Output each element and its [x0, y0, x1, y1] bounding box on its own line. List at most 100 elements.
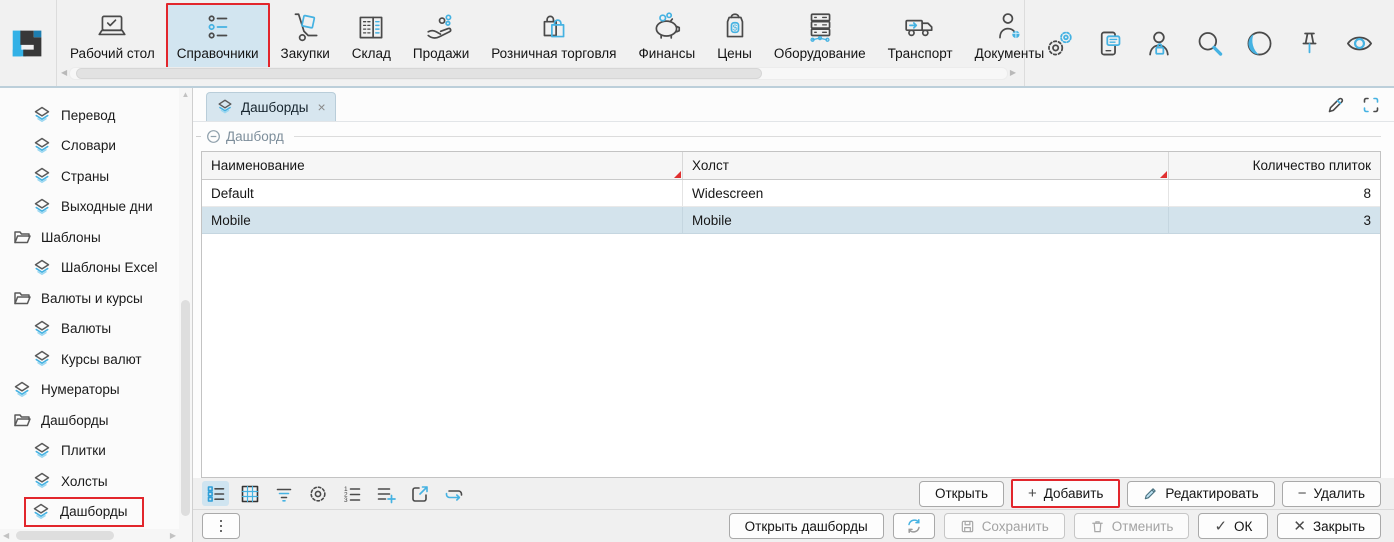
pin-icon[interactable]	[1290, 23, 1329, 63]
column-header-name[interactable]: Наименование	[202, 152, 683, 179]
table-toolbar: 1 2 3	[193, 478, 1394, 509]
open-dashboards-button[interactable]: Открыть дашборды	[729, 513, 884, 539]
topbar-item-warehouse[interactable]: Склад	[341, 3, 402, 69]
sort-indicator	[674, 171, 681, 178]
column-header-tile-count[interactable]: Количество плиток	[1169, 152, 1380, 179]
top-toolbar: Рабочий стол Справочники	[0, 0, 1394, 88]
refresh-button[interactable]	[893, 513, 935, 539]
device-message-icon[interactable]	[1090, 23, 1129, 63]
gear-icon[interactable]	[304, 481, 331, 506]
collapse-group-icon[interactable]	[206, 129, 221, 144]
fullscreen-icon[interactable]	[1361, 95, 1381, 115]
delete-button[interactable]: − Удалить	[1282, 481, 1381, 507]
scroll-up-arrow[interactable]: ▲	[179, 90, 192, 99]
layers-icon	[32, 105, 52, 125]
layers-icon	[32, 349, 52, 369]
check-icon: ✓	[1214, 519, 1227, 534]
layers-icon	[32, 319, 52, 339]
more-actions-button[interactable]	[202, 513, 240, 539]
svg-text:3: 3	[344, 497, 348, 504]
add-button[interactable]: + Добавить	[1011, 479, 1120, 508]
sidebar-item-dashboards-group[interactable]: Дашборды	[0, 405, 179, 436]
layers-icon	[216, 98, 234, 116]
scroll-right-arrow[interactable]: ▶	[1010, 69, 1016, 77]
shopping-bags-icon	[537, 8, 571, 45]
scrollbar-thumb[interactable]	[181, 300, 190, 516]
filter-icon[interactable]	[270, 481, 297, 506]
sidebar-item-currencies[interactable]: Валюты	[0, 314, 179, 345]
table-row-selected[interactable]: Mobile Mobile 3	[202, 207, 1380, 234]
sidebar-item-currencies-group[interactable]: Валюты и курсы	[0, 283, 179, 314]
topbar-item-directories[interactable]: Справочники	[166, 3, 270, 69]
open-button[interactable]: Открыть	[919, 481, 1004, 507]
status-bar: Открыть дашборды	[193, 509, 1394, 542]
sidebar-item-countries[interactable]: Страны	[0, 161, 179, 192]
topbar-item-documents[interactable]: Документы	[964, 3, 1056, 69]
scroll-right-arrow[interactable]: ▶	[170, 531, 176, 540]
handtruck-icon	[288, 8, 322, 45]
sidebar-horizontal-scrollbar[interactable]: ◀ ▶	[0, 529, 179, 542]
clock-icon[interactable]	[1240, 23, 1279, 63]
ok-button[interactable]: ✓ ОК	[1198, 513, 1268, 539]
topbar-item-purchases[interactable]: Закупки	[270, 3, 341, 69]
sort-indicator	[1160, 171, 1167, 178]
group-label: Дашборд	[226, 129, 284, 144]
plus-icon: +	[1028, 486, 1037, 501]
list-view-icon[interactable]	[202, 481, 229, 506]
sidebar-item-translation[interactable]: Перевод	[0, 100, 179, 131]
sidebar-tree: Перевод Словари Страны Выходные дни Шабл…	[0, 88, 193, 542]
topbar-item-finance[interactable]: Финансы	[628, 3, 707, 69]
topbar-horizontal-scrollbar[interactable]: ◀ ▶	[61, 67, 1016, 79]
table-row[interactable]: Default Widescreen 8	[202, 180, 1380, 207]
refresh-icon	[906, 518, 922, 534]
sidebar-item-numerators[interactable]: Нумераторы	[0, 375, 179, 406]
save-button: Сохранить	[944, 513, 1065, 539]
dashboards-table: Наименование Холст Количество плиток Def…	[201, 151, 1381, 478]
close-button[interactable]: ✕ Закрыть	[1277, 513, 1381, 539]
external-link-icon[interactable]	[406, 481, 433, 506]
person-globe-icon	[992, 8, 1026, 45]
group-header-dashboard: Дашборд	[193, 122, 1394, 151]
trash-icon	[1090, 519, 1105, 534]
topbar-item-retail[interactable]: Розничная торговля	[480, 3, 627, 69]
app-logo[interactable]	[0, 0, 57, 86]
tab-dashboards[interactable]: Дашборды ×	[206, 92, 336, 121]
desktop-icon	[95, 8, 129, 45]
user-lock-icon[interactable]	[1140, 23, 1179, 63]
sidebar-item-exchange-rates[interactable]: Курсы валют	[0, 344, 179, 375]
topbar-item-transport[interactable]: Транспорт	[877, 3, 964, 69]
truck-icon	[903, 8, 937, 45]
scroll-left-arrow[interactable]: ◀	[61, 69, 67, 77]
sidebar-item-dictionaries[interactable]: Словари	[0, 131, 179, 162]
sidebar-item-canvases[interactable]: Холсты	[0, 466, 179, 497]
scroll-left-arrow[interactable]: ◀	[3, 531, 9, 540]
topbar-item-sales[interactable]: Продажи	[402, 3, 480, 69]
server-stack-icon	[803, 8, 837, 45]
sidebar-item-dashboards[interactable]: Дашборды	[0, 497, 179, 528]
sidebar-item-tiles[interactable]: Плитки	[0, 436, 179, 467]
topbar-item-prices[interactable]: $ Цены	[706, 3, 763, 69]
column-header-canvas[interactable]: Холст	[683, 152, 1169, 179]
numbered-list-icon[interactable]: 1 2 3	[338, 481, 365, 506]
tab-close-icon[interactable]: ×	[316, 99, 328, 115]
piggy-bank-icon	[650, 8, 684, 45]
edit-pencil-icon[interactable]	[1326, 95, 1346, 115]
eye-icon[interactable]	[1340, 23, 1379, 63]
topbar-item-equipment[interactable]: Оборудование	[763, 3, 877, 69]
loop-refresh-icon[interactable]	[440, 481, 467, 506]
scrollbar-thumb[interactable]	[16, 531, 114, 540]
scrollbar-thumb[interactable]	[76, 68, 762, 79]
topbar-items: Рабочий стол Справочники	[57, 0, 1024, 86]
edit-button[interactable]: Редактировать	[1127, 481, 1274, 507]
sidebar-item-excel-templates[interactable]: Шаблоны Excel	[0, 253, 179, 284]
sidebar-item-templates[interactable]: Шаблоны	[0, 222, 179, 253]
hand-coins-icon	[424, 8, 458, 45]
add-lines-icon[interactable]	[372, 481, 399, 506]
search-icon[interactable]	[1190, 23, 1229, 63]
grid-view-icon[interactable]	[236, 481, 263, 506]
sidebar-item-holidays[interactable]: Выходные дни	[0, 192, 179, 223]
minus-icon: −	[1298, 486, 1307, 501]
directories-list-icon	[201, 8, 235, 45]
topbar-item-desktop[interactable]: Рабочий стол	[59, 3, 166, 69]
sidebar-vertical-scrollbar[interactable]: ▲	[179, 88, 192, 529]
